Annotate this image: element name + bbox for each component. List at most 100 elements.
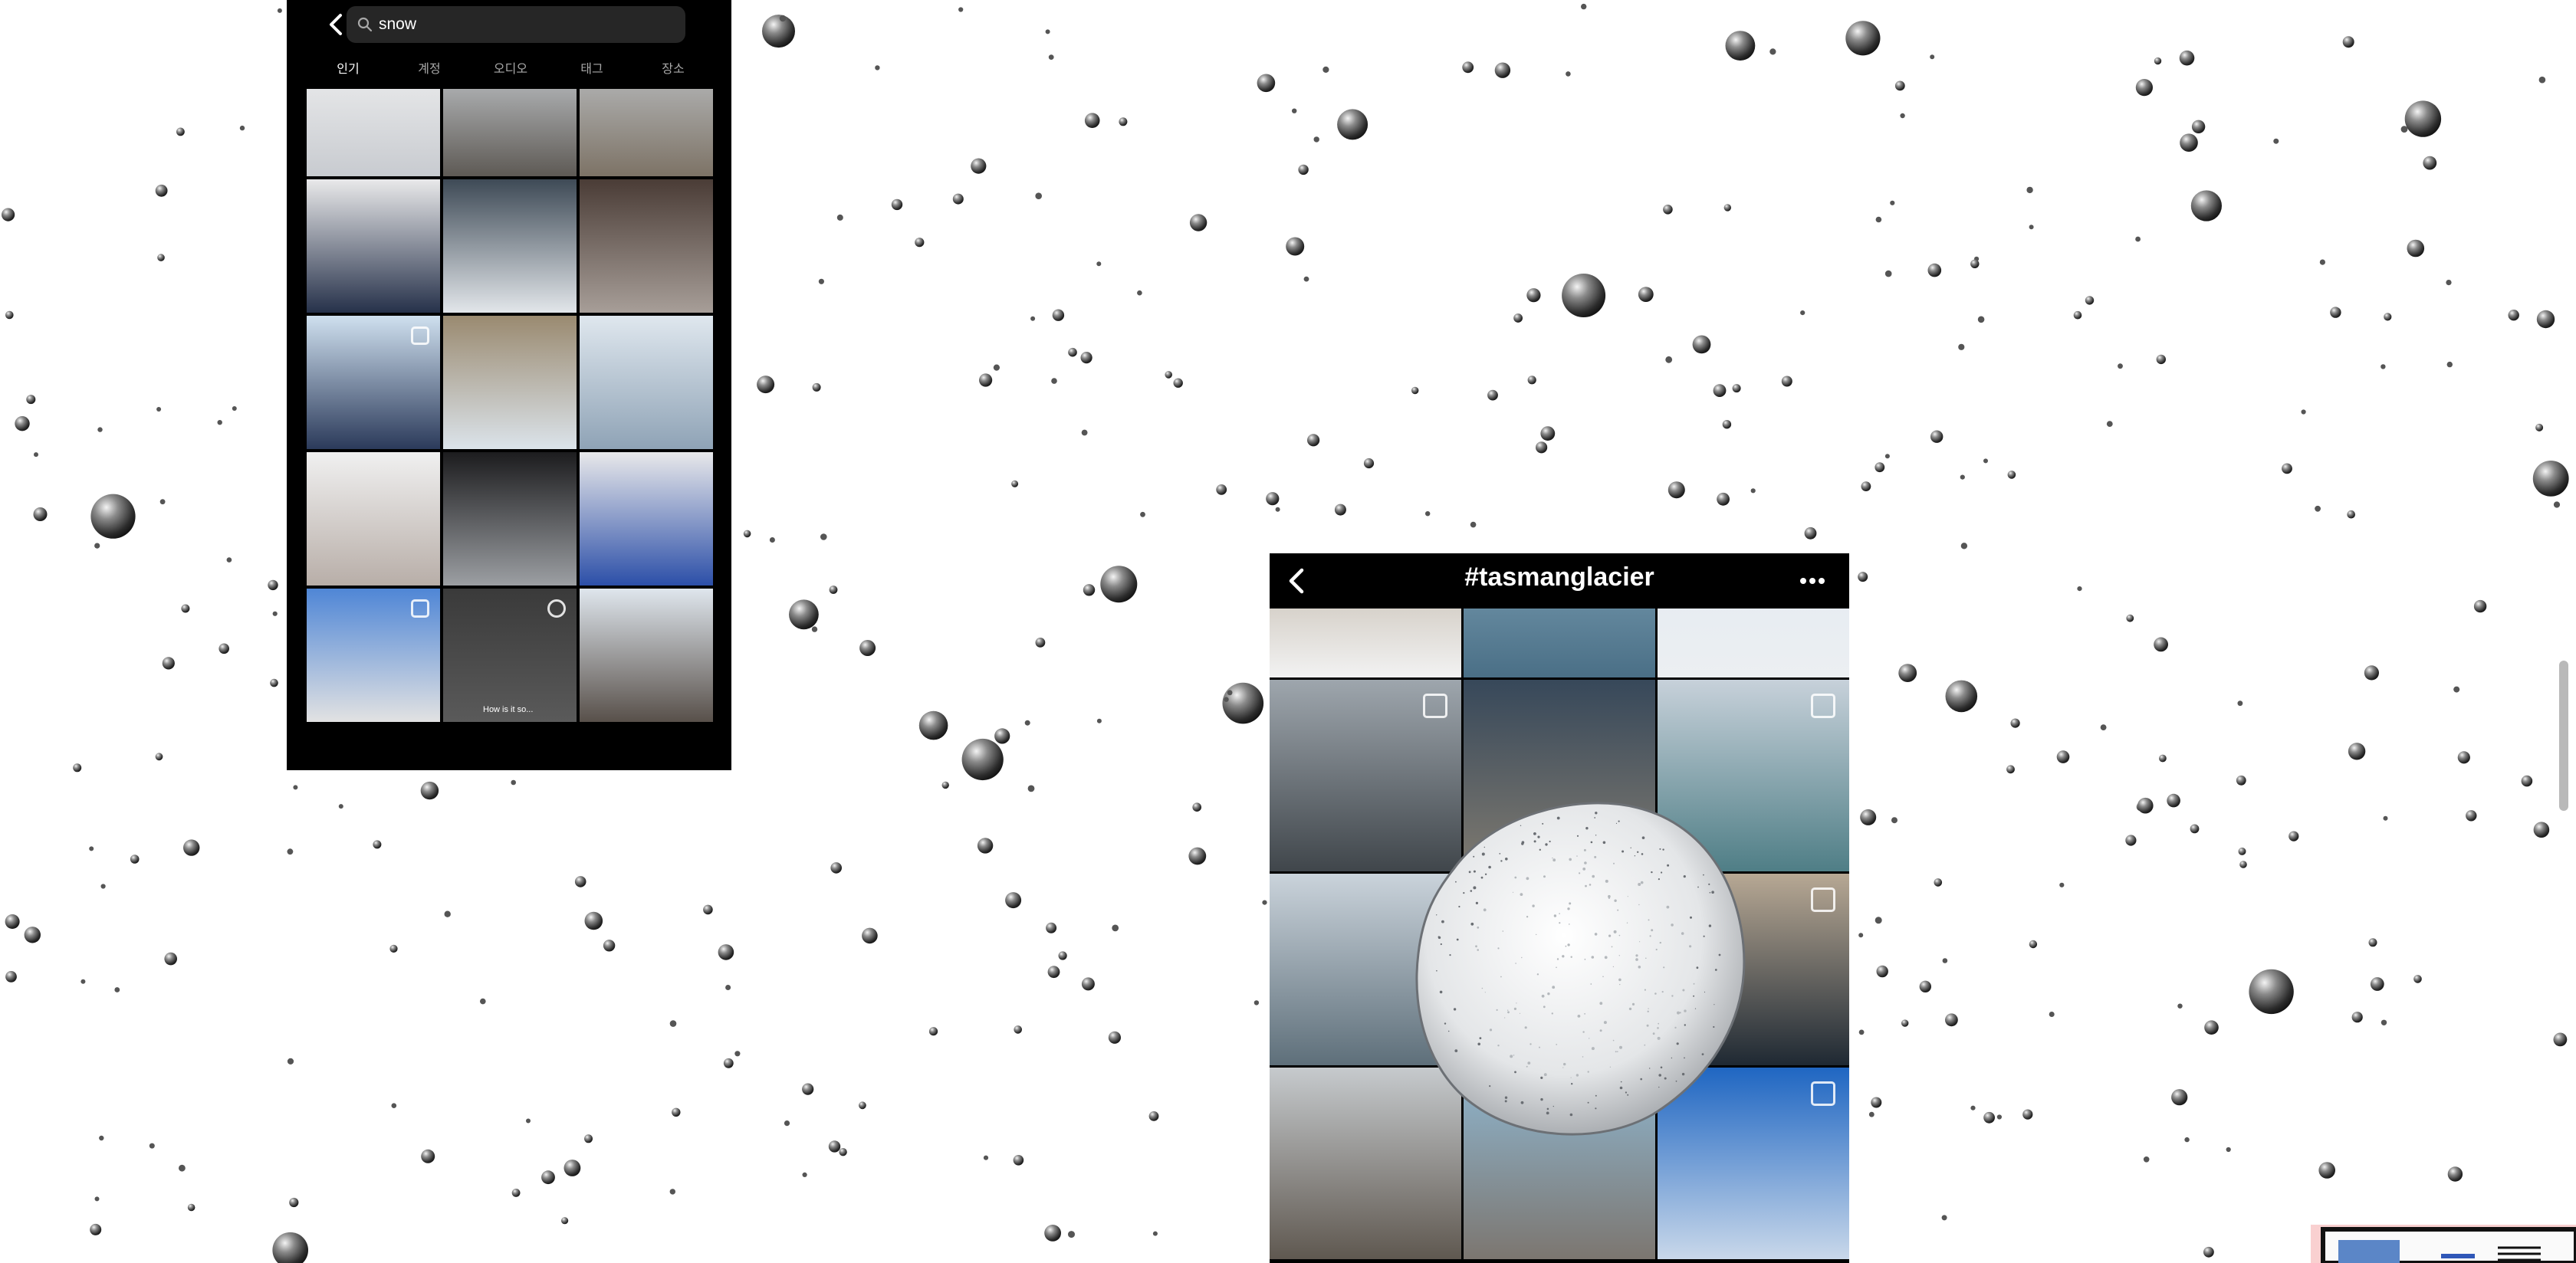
- hashtag-page-window: #tasmanglacier: [1270, 553, 1849, 1263]
- snow-ball: [1058, 951, 1067, 960]
- snow-ball: [2190, 190, 2222, 221]
- post-tile-hand-on-ice[interactable]: [1270, 609, 1461, 677]
- post-tile-hidden-behind-snowball[interactable]: [1464, 874, 1655, 1065]
- tab-tags[interactable]: 태그: [554, 58, 630, 77]
- snow-ball: [2136, 802, 2146, 812]
- snow-ball: [1068, 1231, 1075, 1238]
- snow-ball: [2301, 409, 2306, 415]
- post-tile-glacier-lake-mountains[interactable]: [1658, 680, 1849, 871]
- snow-ball: [1014, 1025, 1022, 1034]
- screen-canvas: snow 인기 계정 오디오 태그 장소 How is it so... #ta…: [0, 0, 2576, 1263]
- snow-ball: [34, 452, 38, 458]
- back-button[interactable]: [1280, 564, 1311, 598]
- snow-ball: [1875, 462, 1885, 473]
- post-tile-person-on-lake-ice[interactable]: [1464, 1068, 1655, 1259]
- post-tile-couple-at-glacier-lake[interactable]: [1270, 874, 1461, 1065]
- snow-ball: [830, 862, 842, 874]
- more-options-button[interactable]: [1789, 567, 1835, 595]
- snow-ball: [1665, 356, 1673, 363]
- snow-ball: [1216, 484, 1227, 495]
- snow-ball: [584, 911, 603, 930]
- post-tile-helicopter-couple[interactable]: [1658, 609, 1849, 677]
- snow-ball: [157, 254, 165, 261]
- snow-ball: [603, 940, 616, 952]
- post-tile-hooded-portrait[interactable]: [443, 452, 577, 586]
- post-tile-woman-in-tent[interactable]: [307, 316, 440, 449]
- snow-ball: [1292, 108, 1297, 113]
- snow-ball: [1307, 434, 1320, 447]
- tab-places[interactable]: 장소: [635, 58, 711, 77]
- snow-ball: [1566, 71, 1571, 77]
- snow-ball: [1044, 1225, 1061, 1242]
- tab-audio[interactable]: 오디오: [472, 58, 549, 77]
- snow-ball: [338, 804, 343, 809]
- post-tile-aoraki-mount-cook[interactable]: [1658, 1068, 1849, 1259]
- post-tile-snowy-park-trees[interactable]: [580, 89, 713, 176]
- post-tile-woman-fur-hat[interactable]: [580, 452, 713, 586]
- post-tile-mountain-road-clouds[interactable]: [1270, 680, 1461, 871]
- snow-ball: [1068, 347, 1077, 357]
- snow-ball: [2351, 1012, 2363, 1023]
- snow-ball: [2238, 847, 2246, 855]
- post-tile-road-into-mountains[interactable]: [1270, 1068, 1461, 1259]
- snow-ball: [1083, 584, 1096, 596]
- snow-ball: [287, 1058, 294, 1065]
- post-tile-snowy-street-houses[interactable]: [580, 179, 713, 313]
- snow-ball: [2154, 637, 2169, 652]
- multiple-photos-icon: [1811, 1081, 1835, 1106]
- snow-ball: [2029, 940, 2038, 949]
- search-input[interactable]: snow: [347, 6, 685, 43]
- tab-top[interactable]: 인기: [310, 58, 386, 77]
- post-tile-woman-lying-in-snow[interactable]: [580, 316, 713, 449]
- snow-ball: [2466, 810, 2477, 822]
- snow-ball: [1996, 1114, 2002, 1120]
- post-tile-woman-snow-portrait[interactable]: [307, 179, 440, 313]
- snow-ball: [1334, 504, 1346, 516]
- snow-ball: [1462, 61, 1474, 74]
- snow-ball: [1934, 878, 1943, 887]
- snow-ball: [672, 1107, 681, 1117]
- snow-ball: [2473, 599, 2487, 613]
- snow-ball: [1960, 474, 1965, 480]
- snow-ball: [444, 910, 451, 917]
- post-tile-snowman[interactable]: [307, 89, 440, 176]
- snow-ball: [73, 763, 82, 773]
- post-tile-blue-iceberg[interactable]: [1464, 680, 1655, 871]
- post-tile-woman-walking-snowy-path[interactable]: [443, 89, 577, 176]
- search-results-grid: How is it so...: [307, 89, 715, 740]
- snow-ball: [1858, 572, 1868, 582]
- snow-ball: [1005, 892, 1022, 909]
- snow-ball: [2453, 686, 2460, 693]
- post-tile-crowd-reel[interactable]: How is it so...: [443, 589, 577, 722]
- snow-ball: [181, 604, 190, 613]
- post-tile-icebergs-aerial[interactable]: [1464, 609, 1655, 677]
- snow-ball: [2135, 236, 2141, 242]
- post-tile-snowy-forest[interactable]: [443, 179, 577, 313]
- post-tile-toddler-in-snow[interactable]: [307, 452, 440, 586]
- snow-ball: [2446, 280, 2452, 286]
- snow-ball: [281, 1240, 288, 1247]
- snow-ball: [584, 1134, 593, 1143]
- snow-ball: [1988, 1115, 1993, 1120]
- post-tile-snowy-ridge-sunset[interactable]: [1658, 874, 1849, 1065]
- snow-ball: [268, 579, 278, 591]
- snow-ball: [149, 1143, 155, 1149]
- window-scrollbar[interactable]: [2556, 661, 2571, 811]
- snow-ball: [541, 1170, 555, 1185]
- corner-preview-panel[interactable]: [2311, 1225, 2576, 1263]
- post-tile-snowy-field-stream[interactable]: [443, 316, 577, 449]
- snow-ball: [1298, 164, 1309, 176]
- snow-ball: [2380, 1019, 2387, 1026]
- snow-ball: [820, 533, 827, 540]
- snow-ball: [1868, 1111, 1875, 1117]
- search-tabs: 인기 계정 오디오 태그 장소: [307, 54, 715, 84]
- post-tile-woman-front-of-house[interactable]: [307, 589, 440, 722]
- snow-ball: [1526, 288, 1541, 303]
- tab-accounts[interactable]: 계정: [391, 58, 468, 77]
- post-tile-mountain-valley[interactable]: [580, 589, 713, 722]
- snow-ball: [2203, 1246, 2214, 1258]
- snow-ball: [958, 7, 964, 12]
- snow-ball: [1047, 966, 1060, 979]
- snow-ball: [762, 15, 795, 48]
- snow-ball: [1112, 924, 1119, 932]
